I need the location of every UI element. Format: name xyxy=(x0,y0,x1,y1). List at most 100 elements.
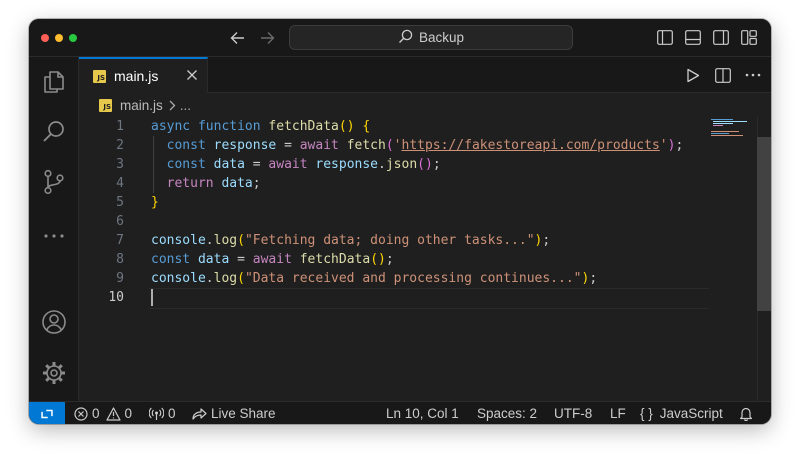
token-string: "Fetching data; doing other tasks..." xyxy=(244,233,535,248)
tab-main-js[interactable]: JS main.js xyxy=(79,57,208,93)
problems-status[interactable]: 0 0 xyxy=(74,402,132,424)
code-editor[interactable]: 1 2 3 4 5 6 7 8 9 10 async function fetc… xyxy=(79,117,771,401)
code-line-10[interactable] xyxy=(149,288,711,309)
encoding-status[interactable]: UTF-8 xyxy=(554,402,592,424)
token-punctuation: . xyxy=(205,271,214,286)
token-keyword: const xyxy=(166,157,206,172)
minimap-line xyxy=(711,131,739,132)
minimap[interactable] xyxy=(711,117,757,177)
indentation-label: Spaces: 2 xyxy=(477,406,538,421)
token-punctuation: ; xyxy=(432,157,441,172)
line-number: 7 xyxy=(116,233,124,248)
code-line-3[interactable]: const data = await response.json(); xyxy=(151,155,711,174)
more-actions-icon[interactable] xyxy=(745,67,761,83)
live-share-label: Live Share xyxy=(211,406,276,421)
ports-status[interactable]: 0 xyxy=(149,402,176,424)
line-number-active: 10 xyxy=(108,290,124,305)
window-controls xyxy=(41,34,77,42)
code-line-1[interactable]: async function fetchData() { xyxy=(151,117,711,136)
token-variable: console xyxy=(151,233,206,248)
go-forward-icon[interactable] xyxy=(259,28,275,48)
close-window-button[interactable] xyxy=(41,34,49,42)
minimize-window-button[interactable] xyxy=(55,34,63,42)
token-control: await xyxy=(299,138,339,153)
token-punctuation: ( xyxy=(237,233,245,248)
search-icon xyxy=(398,29,413,47)
code-line-9[interactable]: console.log("Data received and processin… xyxy=(151,269,711,288)
activity-bar xyxy=(29,57,79,401)
live-share-icon xyxy=(192,407,207,420)
command-center-search[interactable]: Backup xyxy=(289,25,573,50)
editor-tab-bar: JS main.js xyxy=(79,57,771,93)
remote-indicator[interactable] xyxy=(29,402,65,424)
account-icon[interactable] xyxy=(41,309,67,335)
token-punctuation: ; xyxy=(542,233,551,248)
token-punctuation: ; xyxy=(589,271,598,286)
broadcast-icon xyxy=(149,407,164,420)
minimap-line xyxy=(713,121,747,122)
token-function: fetchData xyxy=(299,252,371,267)
live-share-button[interactable]: Live Share xyxy=(192,402,276,424)
toggle-primary-sidebar-icon[interactable] xyxy=(656,29,673,46)
customize-layout-icon[interactable] xyxy=(740,29,757,46)
token-punctuation: ; xyxy=(385,252,394,267)
command-center-label: Backup xyxy=(418,30,465,45)
code-line-5[interactable]: } xyxy=(151,193,711,212)
breadcrumb-symbols[interactable]: ... xyxy=(180,98,191,113)
token-variable: data xyxy=(213,157,245,172)
breadcrumb: JS main.js ... xyxy=(79,94,771,116)
token-variable: response xyxy=(315,157,379,172)
cursor-position[interactable]: Ln 10, Col 1 xyxy=(386,402,459,424)
status-bar: 0 0 0 Live Share Ln 10, Col 1 Spaces: 2 … xyxy=(29,401,771,424)
url-link[interactable]: https://fakestoreapi.com/products xyxy=(402,138,660,153)
files-icon[interactable] xyxy=(41,69,67,95)
token-operator: = xyxy=(244,157,269,172)
scrollbar-thumb[interactable] xyxy=(757,137,771,311)
run-icon[interactable] xyxy=(685,67,701,83)
language-mode[interactable]: { } JavaScript xyxy=(640,402,723,424)
notifications-button[interactable] xyxy=(739,402,753,424)
close-icon[interactable] xyxy=(185,68,199,82)
token-punctuation: ( xyxy=(237,271,245,286)
source-control-icon[interactable] xyxy=(41,169,67,195)
token-punctuation: () xyxy=(370,252,386,267)
split-editor-icon[interactable] xyxy=(715,67,731,83)
token-control: return xyxy=(166,176,214,191)
vertical-scrollbar[interactable] xyxy=(757,117,771,401)
search-icon[interactable] xyxy=(41,119,67,145)
indentation-status[interactable]: Spaces: 2 xyxy=(477,402,537,424)
token-punctuation: ; xyxy=(675,138,684,153)
warning-icon xyxy=(105,406,121,421)
settings-gear-icon[interactable] xyxy=(41,360,67,386)
token-punctuation: . xyxy=(205,233,214,248)
token-operator: = xyxy=(229,252,253,267)
toggle-secondary-sidebar-icon[interactable] xyxy=(712,29,729,46)
code-line-4[interactable]: return data; xyxy=(151,174,711,193)
language-label: JavaScript xyxy=(659,406,723,421)
eol-status[interactable]: LF xyxy=(610,402,626,424)
code-line-6[interactable] xyxy=(151,212,711,231)
go-back-icon[interactable] xyxy=(229,28,245,48)
minimap-line xyxy=(713,123,733,124)
token-control: await xyxy=(252,252,292,267)
token-function: json xyxy=(385,157,418,172)
toggle-panel-icon[interactable] xyxy=(684,29,701,46)
line-number-gutter: 1 2 3 4 5 6 7 8 9 10 xyxy=(79,117,124,307)
token-control: await xyxy=(268,157,308,172)
code-line-8[interactable]: const data = await fetchData(); xyxy=(151,250,711,269)
layout-controls xyxy=(656,29,757,46)
more-icon[interactable] xyxy=(41,223,67,249)
maximize-window-button[interactable] xyxy=(69,34,77,42)
code-line-7[interactable]: console.log("Fetching data; doing other … xyxy=(151,231,711,250)
token-keyword: const xyxy=(166,138,206,153)
breadcrumb-file[interactable]: main.js xyxy=(120,98,163,113)
token-operator: = xyxy=(276,138,300,153)
cursor-position-label: Ln 10, Col 1 xyxy=(386,406,459,421)
code-area[interactable]: async function fetchData() { const respo… xyxy=(149,117,711,309)
token-punctuation: ( xyxy=(385,138,394,153)
code-line-2[interactable]: const response = await fetch('https://fa… xyxy=(151,136,711,155)
tab-label: main.js xyxy=(114,68,159,84)
token-function: log xyxy=(213,233,238,248)
token-punctuation: () { xyxy=(338,119,371,134)
error-count: 0 xyxy=(92,406,100,421)
